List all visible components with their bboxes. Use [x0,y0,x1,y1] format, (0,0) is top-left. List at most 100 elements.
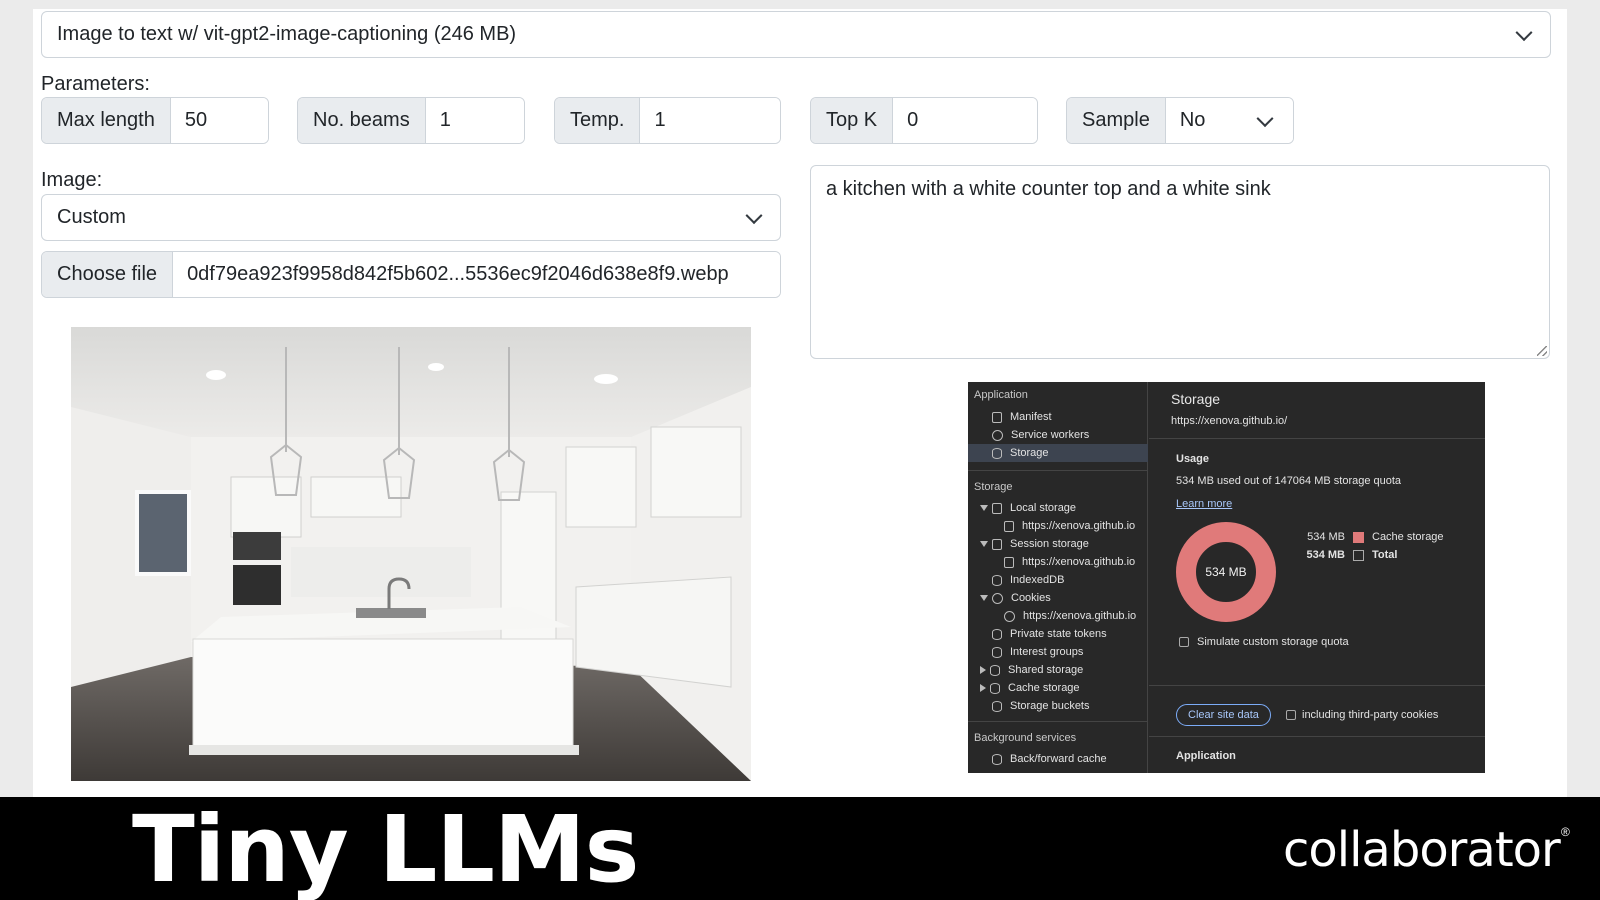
sidebar-item-interest-groups[interactable]: Interest groups [968,643,1148,661]
image-source-select[interactable]: Custom [41,194,781,241]
expand-triangle-icon[interactable] [980,505,988,511]
image-source-value: Custom [57,206,126,228]
sidebar-item-local-storage[interactable]: Local storage [968,499,1148,517]
max-length-input[interactable]: 50 [170,98,268,143]
usage-donut-chart: 534 MB [1176,522,1276,622]
max-length-group: Max length 50 [41,97,269,144]
sidebar-item-label: https://xenova.github.io [1022,520,1136,532]
usage-heading: Usage [1176,453,1210,465]
database-icon [990,664,1000,676]
resize-grip-icon[interactable] [1537,346,1547,356]
max-length-label: Max length [42,98,171,143]
sidebar-item-cookies-origin[interactable]: https://xenova.github.io [968,607,1148,625]
num-beams-input[interactable]: 1 [425,98,524,143]
num-beams-group: No. beams 1 [297,97,525,144]
sidebar-item-cache-storage[interactable]: Cache storage [968,679,1148,697]
sidebar-item-service-workers[interactable]: Service workers [968,426,1148,444]
sidebar-item-label: Interest groups [1010,646,1084,658]
sidebar-item-session-storage-origin[interactable]: https://xenova.github.io [968,553,1148,571]
sidebar-item-indexeddb[interactable]: IndexedDB [968,571,1148,589]
learn-more-link[interactable]: Learn more [1176,498,1232,510]
application-subheading: Application [1176,750,1236,762]
gear-icon [992,429,1003,441]
collapse-triangle-icon[interactable] [980,684,986,692]
caption-output[interactable]: a kitchen with a white counter top and a… [810,165,1550,359]
sidebar-item-storage-buckets[interactable]: Storage buckets [968,697,1148,715]
file-icon [992,411,1002,423]
storage-section-heading: Storage [974,481,1013,493]
storage-origin: https://xenova.github.io/ [1171,415,1288,427]
chevron-down-icon [1256,109,1274,127]
database-icon [992,447,1002,459]
sidebar-item-label: Local storage [1010,502,1077,514]
caption-text: a kitchen with a white counter top and a… [826,178,1271,200]
third-party-cookies-option[interactable]: including third-party cookies [1286,709,1438,721]
sidebar-item-manifest[interactable]: Manifest [968,408,1148,426]
expand-triangle-icon[interactable] [980,595,988,601]
sample-label: Sample [1067,98,1166,143]
divider [968,721,1148,722]
sidebar-item-label: Manifest [1010,411,1052,423]
table-icon [992,538,1002,550]
kitchen-photo [71,327,751,781]
database-icon [992,628,1002,640]
database-icon [992,646,1002,658]
sidebar-item-private-state-tokens[interactable]: Private state tokens [968,625,1148,643]
sidebar-item-local-storage-origin[interactable]: https://xenova.github.io [968,517,1148,535]
divider [1149,438,1485,439]
sample-select[interactable]: No [1165,98,1293,143]
sidebar-item-storage[interactable]: Storage [968,444,1148,462]
choose-file-button[interactable]: Choose file [42,252,174,297]
database-icon [992,700,1002,712]
divider [968,470,1148,471]
simulate-quota-checkbox[interactable] [1179,637,1189,647]
clear-site-data-button[interactable]: Clear site data [1176,704,1271,726]
sidebar-item-session-storage[interactable]: Session storage [968,535,1148,553]
image-heading: Image: [41,169,103,191]
banner-title: Tiny LLMs [132,796,639,900]
sidebar-item-label: Storage [1010,447,1049,459]
top-k-label: Top K [811,98,894,143]
task-select[interactable]: Image to text w/ vit-gpt2-image-captioni… [41,11,1551,58]
simulate-quota-option[interactable]: Simulate custom storage quota [1179,636,1349,648]
sidebar-item-label: Service workers [1011,429,1090,441]
temperature-group: Temp. 1 [554,97,781,144]
num-beams-label: No. beams [298,98,426,143]
legend-value: 534 MB [1306,549,1345,561]
third-party-cookies-checkbox[interactable] [1286,710,1296,720]
legend-swatch [1353,549,1364,561]
sidebar-item-bfcache[interactable]: Back/forward cache [968,750,1148,768]
sidebar-item-label: Session storage [1010,538,1089,550]
devtools-sidebar: Application Manifest Service workers Sto… [968,382,1148,773]
devtools-application-panel: Application Manifest Service workers Sto… [968,382,1485,773]
divider [1149,685,1485,686]
top-k-group: Top K 0 [810,97,1038,144]
sidebar-item-cookies[interactable]: Cookies [968,589,1148,607]
usage-text: 534 MB used out of 147064 MB storage quo… [1176,475,1402,487]
sidebar-item-shared-storage[interactable]: Shared storage [968,661,1148,679]
table-icon [1004,520,1014,532]
usage-legend: 534 MB Cache storage 534 MB Total [1295,528,1485,564]
sidebar-item-label: IndexedDB [1010,574,1065,586]
temperature-label: Temp. [555,98,641,143]
chevron-down-icon [1515,23,1533,41]
background-services-heading: Background services [974,732,1077,744]
uploaded-image [71,327,751,781]
donut-label: 534 MB [1205,565,1246,579]
top-k-input[interactable]: 0 [893,98,1037,143]
legend-value: 534 MB [1307,531,1345,543]
application-section-heading: Application [974,389,1028,401]
storage-title: Storage [1171,391,1221,407]
sidebar-item-label: Storage buckets [1010,700,1090,712]
collapse-triangle-icon[interactable] [980,666,986,674]
file-input[interactable]: Choose file 0df79ea923f9958d842f5b602...… [41,251,781,298]
sidebar-item-label: Shared storage [1008,664,1084,676]
sidebar-item-label: https://xenova.github.io [1023,610,1137,622]
temperature-input[interactable]: 1 [640,98,780,143]
expand-triangle-icon[interactable] [980,541,988,547]
simulate-quota-label: Simulate custom storage quota [1197,636,1349,648]
sample-select-value: No [1179,109,1206,131]
task-select-value: Image to text w/ vit-gpt2-image-captioni… [57,23,517,45]
cookie-icon [1004,610,1015,622]
sidebar-item-label: Cache storage [1008,682,1080,694]
